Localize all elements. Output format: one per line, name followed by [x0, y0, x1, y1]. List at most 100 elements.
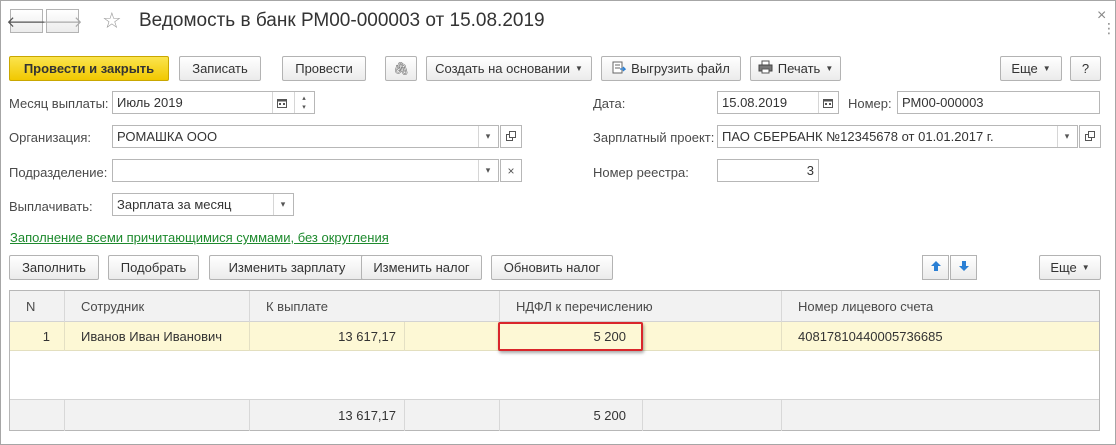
fill-button[interactable]: Заполнить: [9, 255, 99, 280]
registry-number-label: Номер реестра:: [593, 165, 689, 180]
update-tax-button[interactable]: Обновить налог: [491, 255, 613, 280]
cell-employee: Иванов Иван Иванович: [65, 322, 250, 351]
month-spinner[interactable]: ▴ ▾: [294, 92, 313, 113]
footer-to-pay-extra: [405, 400, 500, 431]
chevron-down-icon[interactable]: ▾: [1057, 126, 1076, 147]
pay-type-value: Зарплата за месяц: [117, 197, 232, 212]
fill-mode-link[interactable]: Заполнение всеми причитающимися суммами,…: [10, 230, 389, 245]
help-label: ?: [1081, 61, 1090, 76]
document-window: 🡐 🡒 ☆ Ведомость в банк РМ00-000003 от 15…: [0, 0, 1116, 445]
more-button[interactable]: Еще ▼: [1000, 56, 1062, 81]
open-link-icon: [506, 129, 516, 144]
date-value: 15.08.2019: [722, 95, 788, 110]
organization-field[interactable]: РОМАШКА ООО ▾: [112, 125, 499, 148]
spin-down-icon: ▾: [302, 103, 306, 111]
pick-button[interactable]: Подобрать: [108, 255, 199, 280]
window-title: Ведомость в банк РМ00-000003 от 15.08.20…: [139, 10, 545, 31]
column-header-employee[interactable]: Сотрудник: [65, 291, 250, 322]
organization-open-button[interactable]: [500, 125, 522, 148]
change-salary-button[interactable]: Изменить зарплату: [209, 255, 365, 280]
organization-value: РОМАШКА ООО: [117, 129, 218, 144]
spin-up-icon: ▴: [302, 94, 306, 102]
date-field[interactable]: 15.08.2019: [717, 91, 839, 114]
pay-month-field[interactable]: Июль 2019 ▴ ▾: [112, 91, 315, 114]
cell-n: 1: [10, 322, 65, 351]
printer-icon: [758, 60, 773, 77]
attach-button[interactable]: 🖇: [385, 56, 417, 81]
arrow-down-icon: [958, 260, 970, 275]
save-label: Записать: [192, 61, 248, 76]
department-field[interactable]: ▾: [112, 159, 499, 182]
print-label: Печать: [777, 61, 821, 76]
registry-number-value: 3: [806, 163, 814, 178]
cell-ndfl-extra: [643, 322, 782, 351]
pay-type-field[interactable]: Зарплата за месяц ▾: [112, 193, 294, 216]
move-down-button[interactable]: [950, 255, 977, 280]
table-more-label: Еще: [1050, 260, 1077, 275]
arrow-right-icon: 🡒: [42, 13, 83, 31]
export-file-button[interactable]: Выгрузить файл: [601, 56, 741, 81]
organization-label: Организация:: [9, 130, 92, 145]
table-more-button[interactable]: Еще ▼: [1039, 255, 1101, 280]
post-button[interactable]: Провести: [282, 56, 366, 81]
pay-month-label: Месяц выплаты:: [9, 96, 109, 111]
change-salary-label: Изменить зарплату: [228, 260, 346, 275]
chevron-down-icon[interactable]: ▾: [478, 126, 497, 147]
salary-project-open-button[interactable]: [1079, 125, 1101, 148]
number-field[interactable]: РМ00-000003: [897, 91, 1100, 114]
change-tax-button[interactable]: Изменить налог: [361, 255, 482, 280]
update-tax-label: Обновить налог: [503, 260, 601, 275]
open-link-icon: [1085, 129, 1095, 144]
save-button[interactable]: Записать: [179, 56, 261, 81]
number-label: Номер:: [848, 96, 892, 111]
registry-number-field[interactable]: 3: [717, 159, 819, 182]
help-button[interactable]: ?: [1070, 56, 1101, 81]
calendar-icon[interactable]: [818, 92, 837, 113]
post-and-close-button[interactable]: Провести и закрыть: [9, 56, 169, 81]
department-clear-button[interactable]: ×: [500, 159, 522, 182]
employees-table: N Сотрудник К выплате НДФЛ к перечислени…: [9, 290, 1100, 431]
table-footer: 13 617,17 5 200: [10, 399, 1099, 431]
more-label: Еще: [1011, 61, 1038, 76]
export-file-label: Выгрузить файл: [631, 61, 730, 76]
footer-n: [10, 400, 65, 431]
chevron-down-icon[interactable]: ▾: [478, 160, 497, 181]
salary-project-field[interactable]: ПАО СБЕРБАНК №12345678 от 01.01.2017 г. …: [717, 125, 1078, 148]
window-menu-icon[interactable]: ⋮: [1102, 21, 1116, 35]
arrow-left-icon: 🡐: [6, 13, 47, 31]
chevron-down-icon[interactable]: ▾: [273, 194, 292, 215]
cell-to-pay: 13 617,17: [250, 322, 405, 351]
move-up-button[interactable]: [922, 255, 949, 280]
pick-label: Подобрать: [120, 260, 187, 275]
print-button[interactable]: Печать ▼: [750, 56, 841, 81]
create-based-on-button[interactable]: Создать на основании ▼: [426, 56, 592, 81]
change-tax-label: Изменить налог: [373, 260, 470, 275]
ndfl-highlight-frame: [498, 322, 643, 351]
back-button[interactable]: 🡐: [6, 9, 47, 33]
post-label: Провести: [295, 61, 353, 76]
favorite-star-icon[interactable]: ☆: [102, 7, 122, 35]
chevron-down-icon: ▼: [574, 64, 583, 73]
pay-type-label: Выплачивать:: [9, 199, 93, 214]
number-value: РМ00-000003: [902, 95, 984, 110]
cell-to-pay-extra: [405, 322, 500, 351]
salary-project-value: ПАО СБЕРБАНК №12345678 от 01.01.2017 г.: [722, 129, 994, 144]
create-based-on-label: Создать на основании: [435, 61, 570, 76]
column-header-ndfl[interactable]: НДФЛ к перечислению: [500, 291, 782, 322]
column-header-n[interactable]: N: [10, 291, 65, 322]
date-label: Дата:: [593, 96, 626, 111]
column-header-to-pay[interactable]: К выплате: [250, 291, 500, 322]
chevron-down-icon: ▼: [1042, 64, 1051, 73]
forward-button[interactable]: 🡒: [42, 9, 83, 33]
department-label: Подразделение:: [9, 165, 108, 180]
chevron-down-icon: ▼: [1081, 263, 1090, 272]
table-header: N Сотрудник К выплате НДФЛ к перечислени…: [10, 291, 1099, 322]
calendar-icon[interactable]: [272, 92, 291, 113]
export-file-icon: [612, 60, 627, 77]
fill-label: Заполнить: [22, 260, 86, 275]
chevron-down-icon: ▼: [825, 64, 834, 73]
pay-month-value: Июль 2019: [117, 95, 183, 110]
footer-ndfl-total: 5 200: [500, 400, 643, 431]
column-header-account[interactable]: Номер лицевого счета: [782, 291, 1099, 322]
footer-to-pay-total: 13 617,17: [250, 400, 405, 431]
